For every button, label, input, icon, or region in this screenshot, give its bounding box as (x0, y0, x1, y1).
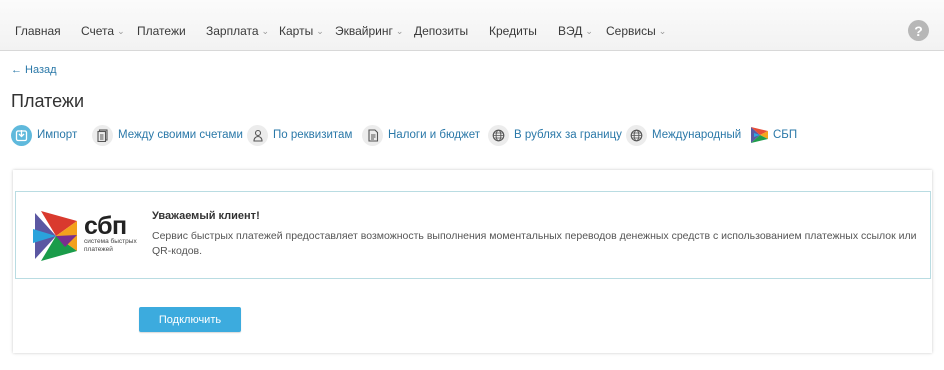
sbp-logo-subtitle: система быстрых платежей (84, 238, 137, 253)
nav-item-accounts[interactable]: Счета ⌄ (81, 24, 125, 38)
tab-by-details[interactable]: По реквизитам (247, 124, 352, 146)
person-icon (247, 124, 268, 146)
connect-button[interactable]: Подключить (139, 307, 241, 332)
nav-item-credits[interactable]: Кредиты (489, 24, 537, 38)
sbp-logo-title: сбп (84, 212, 127, 240)
tax-document-icon (362, 124, 383, 146)
nav-item-deposits[interactable]: Депозиты (414, 24, 468, 38)
tab-own-accounts[interactable]: Между своими счетами (92, 124, 243, 146)
sbp-logo-icon (750, 125, 770, 145)
top-navigation: Главная Счета ⌄ Платежи Зарплата ⌄ Карты ⌄ … (0, 0, 944, 51)
import-icon (11, 124, 32, 146)
question-icon: ? (914, 22, 923, 39)
document-icon (92, 124, 113, 146)
tab-sbp[interactable]: СБП (750, 124, 797, 146)
chevron-down-icon: ⌄ (395, 26, 404, 36)
chevron-down-icon: ⌄ (316, 26, 324, 36)
tab-rubles-abroad[interactable]: В рублях за границу (488, 124, 622, 146)
page-title: Платежи (11, 91, 85, 111)
nav-item-main[interactable]: Главная (15, 24, 61, 38)
help-button[interactable]: ? (908, 20, 929, 41)
notice-title: Уважаемый клиент! (152, 210, 260, 222)
nav-item-services[interactable]: Сервисы ⌄ (606, 24, 666, 38)
tab-international[interactable]: Международный (626, 124, 741, 146)
nav-item-salary[interactable]: Зарплата ⌄ (206, 24, 269, 38)
chevron-down-icon: ⌄ (658, 26, 667, 36)
chevron-down-icon: ⌄ (585, 26, 593, 36)
tab-taxes-budget[interactable]: Налоги и бюджет (362, 124, 480, 146)
nav-item-acquiring[interactable]: Эквайринг ⌄ (335, 24, 403, 38)
chevron-down-icon: ⌄ (261, 26, 270, 36)
nav-item-ved[interactable]: ВЭД ⌄ (558, 24, 593, 38)
back-link[interactable]: ← Назад (11, 64, 57, 76)
sbp-logo-icon (33, 211, 77, 261)
nav-item-cards[interactable]: Карты ⌄ (279, 24, 324, 38)
globe-icon (488, 124, 509, 146)
nav-item-payments[interactable]: Платежи (137, 24, 186, 38)
tab-import[interactable]: Импорт (11, 124, 77, 146)
globe-icon (626, 124, 647, 146)
notice-text: Сервис быстрых платежей предоставляет во… (152, 230, 917, 257)
chevron-down-icon: ⌄ (117, 26, 125, 36)
